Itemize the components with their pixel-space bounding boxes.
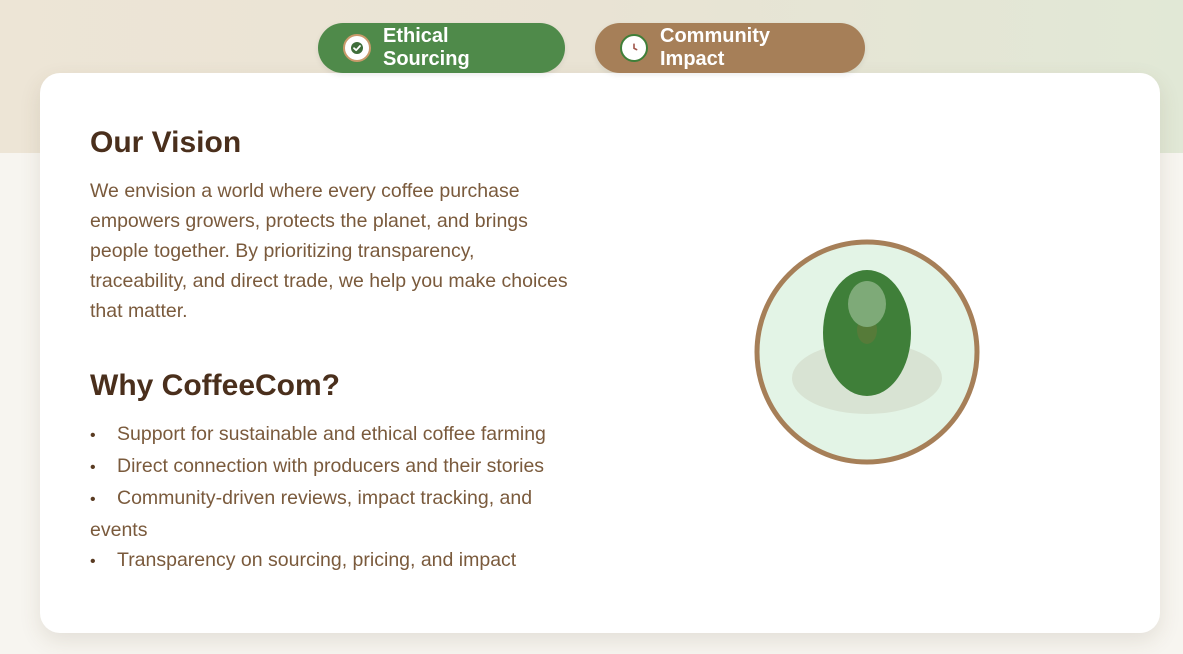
tab-ethical-sourcing[interactable]: Ethical Sourcing [318, 23, 565, 73]
tab-bar: Ethical Sourcing Community Impact [0, 23, 1183, 73]
list-item: • Community-driven reviews, impact tracki… [90, 487, 533, 541]
tab-community-impact[interactable]: Community Impact [595, 23, 865, 73]
list-item: • Support for sustainable and ethical cof… [90, 419, 570, 451]
coffee-bean-icon [754, 239, 980, 465]
vision-content: Our Vision We envision a world where eve… [90, 125, 570, 577]
bullet-icon: • [90, 459, 96, 476]
why-list: • Support for sustainable and ethical cof… [90, 419, 570, 577]
vision-card: Our Vision We envision a world where eve… [40, 73, 1160, 633]
check-icon [343, 34, 371, 62]
list-item: • Direct connection with producers and th… [90, 451, 570, 483]
vision-title: Our Vision [90, 126, 242, 159]
clock-icon [620, 34, 648, 62]
tab-label: Ethical Sourcing [383, 25, 470, 70]
bullet-icon: • [90, 427, 96, 444]
why-title: Why CoffeeCom? [90, 369, 340, 402]
bullet-icon: • [90, 553, 96, 570]
list-item: • Transparency on sourcing, pricing, and … [90, 545, 570, 577]
tab-label: Community Impact [660, 25, 770, 70]
bullet-icon: • [90, 491, 96, 508]
coffee-bean-illustration [754, 239, 980, 465]
vision-text: We envision a world where every coffee p… [90, 180, 568, 322]
